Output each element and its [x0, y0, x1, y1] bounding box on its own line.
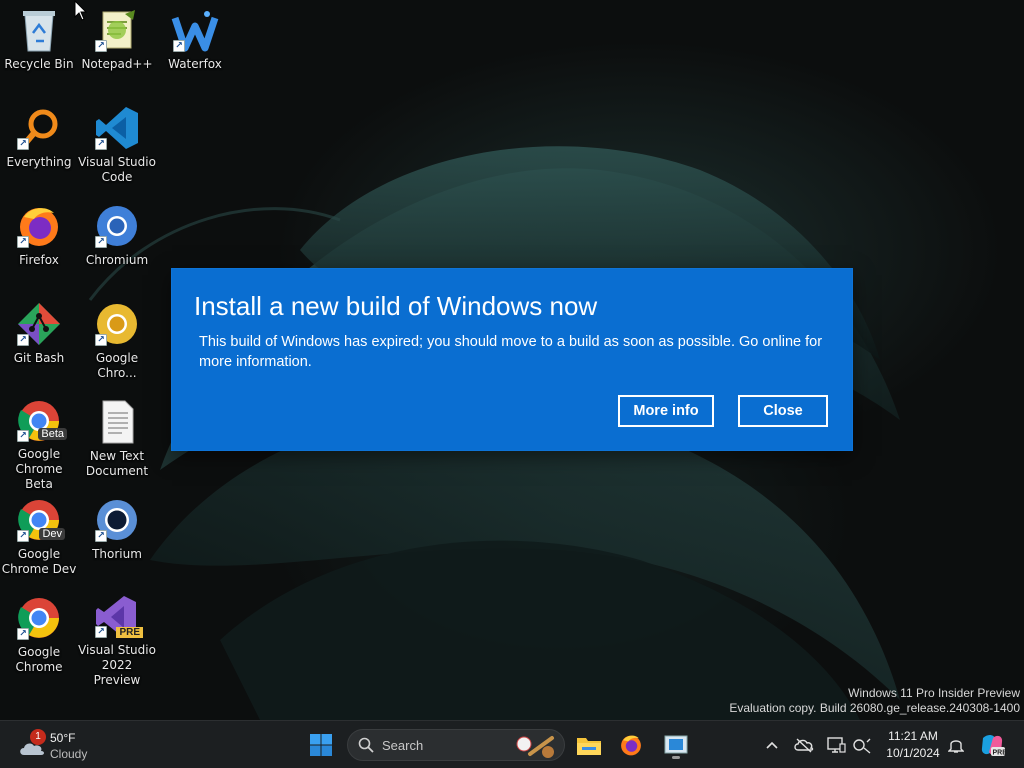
icon-label: Waterfox [168, 57, 222, 71]
recycle-bin-icon [23, 11, 55, 52]
taskbar-virtual-machine[interactable] [660, 729, 692, 761]
watermark-edition: Windows 11 Pro Insider Preview [848, 686, 1020, 700]
notifications-button[interactable] [940, 729, 972, 761]
icon-label: Everything [6, 155, 72, 169]
network-volume-icon [853, 738, 871, 754]
taskbar-file-explorer[interactable] [573, 729, 605, 761]
icon-label: Google Chrome [15, 645, 63, 674]
onedrive-tray[interactable] [788, 729, 820, 761]
desktop-icon-waterfox[interactable]: Waterfox [156, 6, 234, 98]
chevron-up-icon [766, 741, 778, 749]
shortcut-arrow-icon [17, 430, 29, 442]
weather-condition: Cloudy [50, 747, 88, 761]
shortcut-arrow-icon [95, 40, 107, 52]
desktop-icon-chromium[interactable]: Chromium [78, 202, 156, 294]
shortcut-arrow-icon [95, 626, 107, 638]
taskbar-firefox[interactable] [615, 729, 647, 761]
shortcut-arrow-icon [17, 236, 29, 248]
shortcut-arrow-icon [173, 40, 185, 52]
icon-label: Google Chrome Dev [1, 547, 77, 576]
onedrive-offline-icon [794, 738, 814, 753]
shortcut-arrow-icon [17, 628, 29, 640]
icon-label: Git Bash [13, 351, 65, 365]
system-clock[interactable]: 11:21 AM 10/1/2024 [878, 728, 948, 762]
icon-label: New Text Document [85, 449, 149, 478]
beta-badge: Beta [38, 428, 67, 440]
show-hidden-icons-button[interactable] [756, 729, 788, 761]
start-button[interactable] [305, 729, 337, 761]
shortcut-arrow-icon [95, 530, 107, 542]
search-placeholder: Search [382, 738, 424, 753]
more-info-button[interactable]: More info [618, 395, 714, 427]
shortcut-arrow-icon [17, 530, 29, 542]
icon-label: Notepad++ [81, 57, 153, 71]
dialog-title: Install a new build of Windows now [194, 291, 598, 321]
desktop-icon-recycle-bin[interactable]: Recycle Bin [0, 6, 78, 98]
firefox-icon [621, 735, 641, 756]
shortcut-arrow-icon [95, 334, 107, 346]
weather-widget[interactable]: 1 50°F Cloudy [14, 727, 104, 763]
desktop-icon-vscode[interactable]: Visual Studio Code [78, 104, 156, 196]
file-explorer-icon [577, 738, 601, 755]
running-indicator [672, 756, 680, 759]
copilot-icon: PRE [981, 735, 1006, 757]
desktop-icon-notepadpp[interactable]: Notepad++ [78, 6, 156, 98]
desktop-icon-git-bash[interactable]: Git Bash [0, 300, 78, 392]
text-document-icon [102, 400, 134, 444]
icon-label: Chromium [85, 253, 149, 267]
icon-label: Google Chro... [95, 351, 139, 380]
desktop-icon-chrome-beta[interactable]: Beta Google Chrome Beta [0, 398, 78, 491]
desktop-icon-thorium[interactable]: Thorium [78, 496, 156, 588]
desktop-icon-chrome[interactable]: Google Chrome [0, 594, 78, 686]
network-volume-tray[interactable] [846, 729, 878, 761]
dev-badge: Dev [39, 528, 65, 540]
clock-date: 10/1/2024 [886, 746, 940, 760]
desktop-icon-chrome-canary[interactable]: Google Chro... [78, 300, 156, 392]
start-icon [310, 734, 332, 756]
display-icon [827, 737, 846, 753]
svg-text:PRE: PRE [993, 750, 1006, 757]
evaluation-watermark: Windows 11 Pro Insider Preview Evaluatio… [729, 686, 1020, 716]
desktop-icon-firefox[interactable]: Firefox [0, 202, 78, 294]
icon-label: Google Chrome Beta [15, 447, 63, 491]
desktop: Recycle Bin Notepad++ Waterfox [0, 0, 1024, 720]
search-highlight-baseball-icon [516, 736, 554, 758]
taskbar-search-box[interactable]: Search [347, 729, 565, 761]
taskbar: 1 50°F Cloudy Search 11:21 AM 10/1/2024 … [0, 720, 1024, 768]
clock-time: 11:21 AM [888, 729, 938, 743]
shortcut-arrow-icon [95, 236, 107, 248]
desktop-icon-visual-studio[interactable]: PRE Visual Studio 2022 Preview [78, 594, 156, 687]
search-icon [358, 737, 374, 753]
shortcut-arrow-icon [95, 138, 107, 150]
desktop-icon-everything[interactable]: Everything [0, 104, 78, 196]
icon-label: Firefox [19, 253, 59, 267]
weather-alert-badge: 1 [30, 729, 46, 745]
notification-bell-icon [948, 740, 964, 753]
shortcut-arrow-icon [17, 138, 29, 150]
dialog-message: This build of Windows has expired; you s… [199, 334, 823, 370]
close-button[interactable]: Close [738, 395, 828, 427]
desktop-icon-new-text-document[interactable]: New Text Document [78, 398, 156, 490]
icon-label: Visual Studio Code [78, 155, 156, 184]
icon-label: Visual Studio 2022 Preview [78, 643, 156, 687]
watermark-build: Evaluation copy. Build 26080.ge_release.… [729, 701, 1020, 715]
desktop-icon-chrome-dev[interactable]: Dev Google Chrome Dev [0, 496, 78, 588]
weather-temperature: 50°F [50, 731, 76, 745]
preview-badge: PRE [116, 627, 143, 638]
copilot-button[interactable]: PRE [976, 729, 1008, 761]
build-expired-dialog: Install a new build of Windows now This … [172, 269, 852, 450]
shortcut-arrow-icon [17, 334, 29, 346]
icon-label: Recycle Bin [4, 57, 74, 71]
icon-label: Thorium [92, 547, 142, 561]
mouse-pointer-icon [74, 0, 88, 21]
virtual-machine-icon [664, 735, 688, 754]
